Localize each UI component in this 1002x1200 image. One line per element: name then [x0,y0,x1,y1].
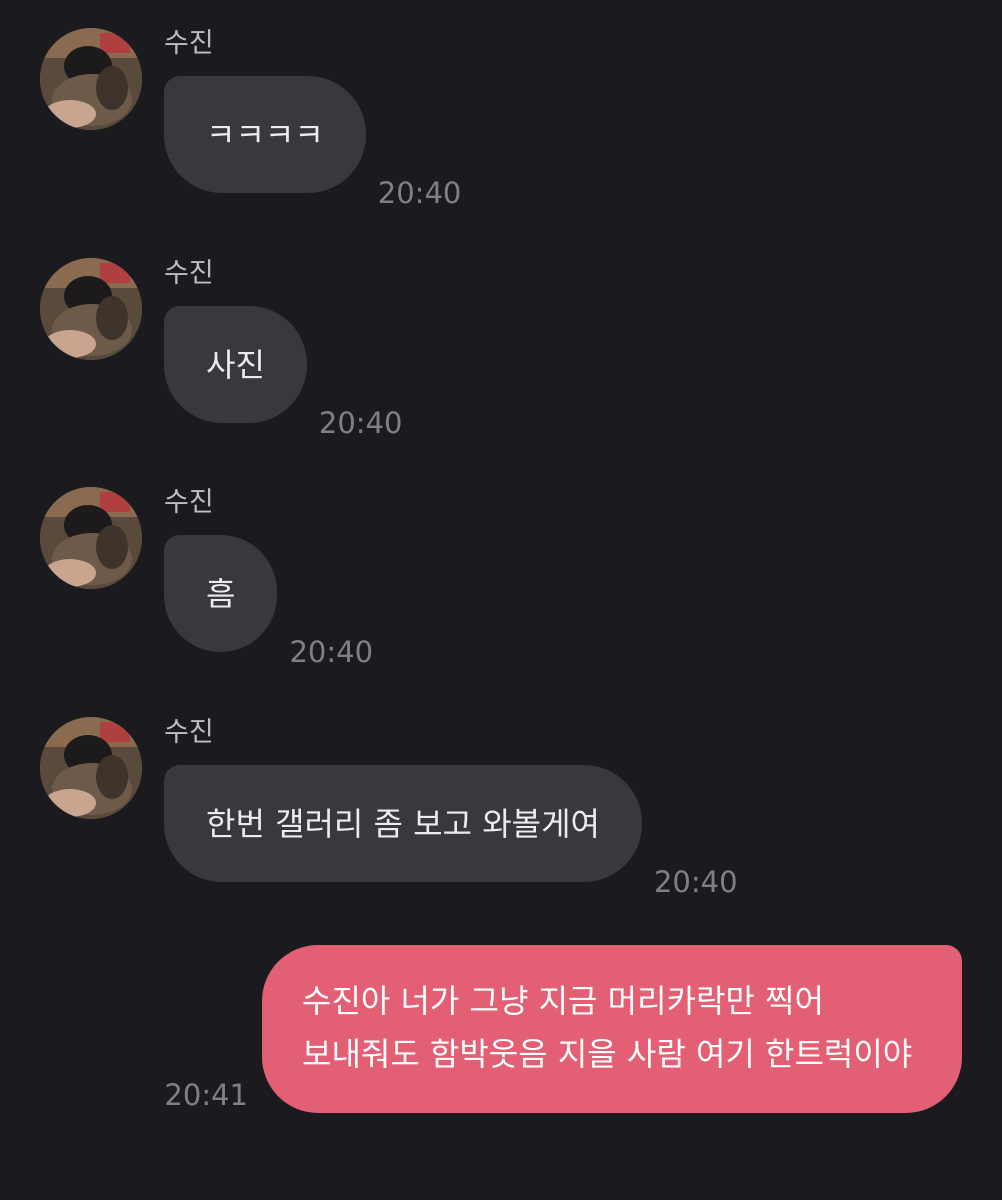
message-timestamp: 20:40 [289,635,374,669]
chat-view: 수진 ㅋㅋㅋㅋ 20:40 수진 사진 20:40 수진 흠 20:40 수진 … [0,0,1002,1200]
message-row: ㅋㅋㅋㅋ 20:40 [164,76,461,209]
message-timestamp: 20:40 [377,176,462,210]
message-row: 한번 갤러리 좀 보고 와볼게여 20:40 [164,765,738,898]
message-bubble[interactable]: 사진 [164,306,307,423]
message-row: 흠 20:40 [164,535,373,668]
avatar[interactable] [40,28,142,130]
avatar-photo-icon [40,28,142,130]
message-timestamp: 20:40 [653,865,738,899]
avatar[interactable] [40,487,142,589]
avatar[interactable] [40,258,142,360]
message-timestamp: 20:41 [164,1078,248,1112]
message-row: 사진 20:40 [164,306,402,439]
avatar-photo-icon [40,717,142,819]
sender-name: 수진 [164,717,214,748]
message-bubble[interactable]: 한번 갤러리 좀 보고 와볼게여 [164,765,642,882]
sender-name: 수진 [164,258,214,289]
sender-name: 수진 [164,487,214,518]
message-bubble[interactable]: ㅋㅋㅋㅋ [164,76,366,193]
message-timestamp: 20:40 [318,406,403,440]
avatar[interactable] [40,717,142,819]
message-bubble[interactable]: 흠 [164,535,278,652]
avatar-photo-icon [40,487,142,589]
message-bubble[interactable]: 수진아 너가 그냥 지금 머리카락만 찍어 보내줘도 함박웃음 지을 사람 여기… [262,945,962,1113]
avatar-photo-icon [40,258,142,360]
sender-name: 수진 [164,28,214,59]
outgoing-message: 20:41 수진아 너가 그냥 지금 머리카락만 찍어 보내줘도 함박웃음 지을… [160,945,962,1113]
